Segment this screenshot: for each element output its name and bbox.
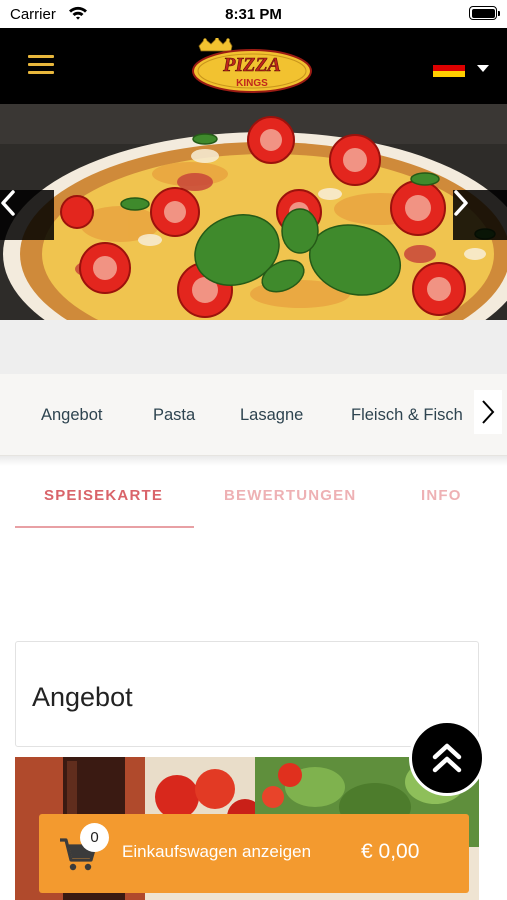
menu-section-header: Angebot — [15, 641, 479, 747]
category-item-angebot[interactable]: Angebot — [41, 406, 102, 425]
active-tab-indicator — [15, 526, 194, 528]
pizza-kings-logo[interactable]: PIZZA KINGS — [191, 38, 313, 94]
logo-word-bottom: KINGS — [236, 78, 268, 89]
hero-next-button[interactable] — [453, 190, 507, 240]
hero-prev-button[interactable] — [0, 190, 54, 240]
category-nav: Angebot Pasta Lasagne Fleisch & Fisch — [0, 374, 507, 456]
tab-info[interactable]: INFO — [421, 487, 462, 504]
section-title: Angebot — [32, 682, 133, 712]
caret-down-icon[interactable] — [477, 65, 489, 72]
chevron-right-icon — [482, 400, 495, 424]
category-item-pasta[interactable]: Pasta — [153, 406, 195, 425]
battery-icon — [469, 6, 500, 20]
status-bar: Carrier 8:31 PM — [0, 0, 507, 28]
category-item-fleisch-fisch[interactable]: Fleisch & Fisch — [351, 406, 463, 425]
chevron-left-icon — [1, 190, 15, 216]
cart-count-badge: 0 — [80, 823, 109, 852]
germany-flag-icon[interactable] — [433, 59, 465, 77]
chevron-right-icon — [454, 190, 468, 216]
hero-spacer — [0, 320, 507, 374]
tab-bewertungen[interactable]: BEWERTUNGEN — [224, 487, 356, 504]
divider — [0, 456, 507, 466]
cart-total: € 0,00 — [361, 840, 420, 863]
scroll-to-top-button[interactable] — [409, 720, 485, 796]
view-cart-button[interactable]: 0 Einkaufswagen anzeigen € 0,00 — [39, 814, 469, 893]
tab-speisekarte[interactable]: SPEISEKARTE — [44, 487, 163, 504]
category-next-button[interactable] — [474, 390, 502, 434]
hamburger-icon[interactable] — [28, 55, 54, 75]
double-chevron-up-icon — [432, 743, 462, 773]
category-item-lasagne[interactable]: Lasagne — [240, 406, 303, 425]
cart-label: Einkaufswagen anzeigen — [122, 842, 312, 861]
app-header: PIZZA KINGS — [0, 28, 507, 104]
logo-word-top: PIZZA — [222, 54, 281, 76]
hero-banner — [0, 104, 507, 320]
clock: 8:31 PM — [225, 6, 282, 23]
pizza-photo — [0, 104, 507, 320]
